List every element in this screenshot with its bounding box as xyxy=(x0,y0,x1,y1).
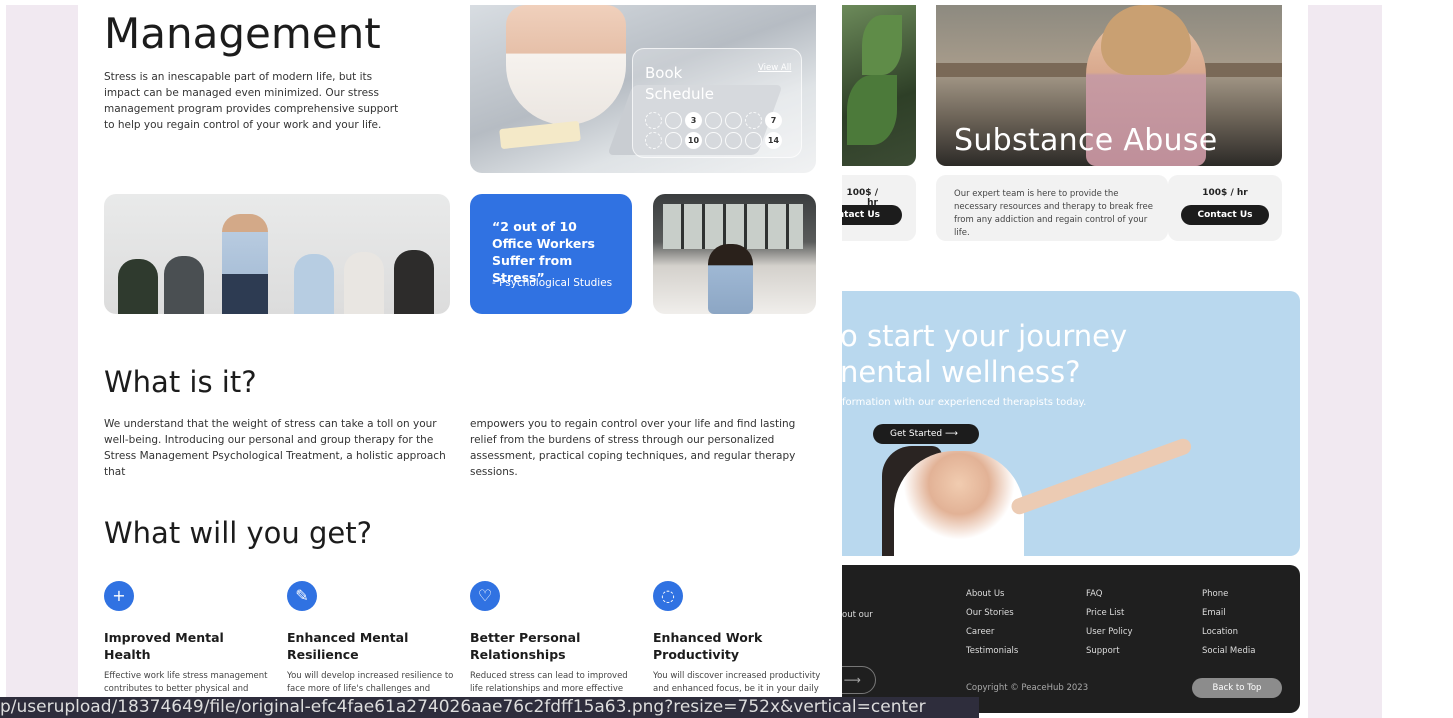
footer-arrow-button[interactable]: ⟶ xyxy=(842,666,876,694)
date-dot[interactable] xyxy=(665,112,682,129)
benefit-item: ✎ Enhanced Mental Resilience You will de… xyxy=(287,581,457,709)
footer-link[interactable]: Career xyxy=(966,623,1018,642)
date-dot[interactable] xyxy=(645,112,662,129)
footer-link[interactable]: FAQ xyxy=(1086,585,1133,604)
back-to-top-button[interactable]: Back to Top xyxy=(1192,678,1282,698)
plant-image xyxy=(842,5,916,166)
cta-woman-image xyxy=(894,451,1024,556)
page-heading: Management xyxy=(104,9,381,58)
site-footer: out our About Us Our Stories Career Test… xyxy=(842,565,1300,713)
background-panel-left xyxy=(6,5,78,718)
footer-col-help: FAQ Price List User Policy Support xyxy=(1086,585,1133,661)
cta-banner: o start your journey nental wellness? fo… xyxy=(842,291,1300,556)
benefit-item: + Improved Mental Health Effective work … xyxy=(104,581,274,696)
footer-link[interactable]: Location xyxy=(1202,623,1255,642)
heart-icon: ♡ xyxy=(470,581,500,611)
date-dot[interactable] xyxy=(645,132,662,149)
back-card: Substance Abuse 100$ / hr Contact Us Our… xyxy=(842,5,1308,718)
benefit-desc: Effective work life stress management co… xyxy=(104,671,268,694)
footer-link[interactable]: User Policy xyxy=(1086,623,1133,642)
footer-link[interactable]: Email xyxy=(1202,604,1255,623)
footer-link[interactable]: Testimonials xyxy=(966,642,1018,661)
schedule-title: Book Schedule xyxy=(645,64,714,103)
prev-contact-button[interactable]: Contact Us xyxy=(842,205,902,225)
front-card: Management Stress is an inescapable part… xyxy=(78,5,842,718)
hero-image: Book Schedule View All 3 7 10 14 xyxy=(470,5,816,173)
resilience-icon: ✎ xyxy=(287,581,317,611)
page: Substance Abuse 100$ / hr Contact Us Our… xyxy=(0,0,1453,718)
date-dot[interactable] xyxy=(745,132,762,149)
date-dot[interactable]: 14 xyxy=(765,132,782,149)
substance-contact-button[interactable]: Contact Us xyxy=(1181,205,1269,225)
cta-heading-line1: o start your journey xyxy=(842,319,1128,353)
date-dot[interactable] xyxy=(705,132,722,149)
footer-about-fragment: out our xyxy=(842,610,873,620)
stats-quote-card: “2 out of 10 Office Workers Suffer from … xyxy=(470,194,632,314)
footer-link[interactable]: Phone xyxy=(1202,585,1255,604)
date-dot[interactable]: 10 xyxy=(685,132,702,149)
date-dot[interactable]: 7 xyxy=(765,112,782,129)
schedule-dates: 3 7 10 14 xyxy=(645,112,795,152)
date-dot[interactable] xyxy=(745,112,762,129)
quote-text: “2 out of 10 Office Workers Suffer from … xyxy=(492,219,595,285)
background-panel-right xyxy=(1308,5,1382,718)
cta-heading-line2: nental wellness? xyxy=(842,355,1081,389)
group-therapy-image xyxy=(104,194,450,314)
date-dot[interactable] xyxy=(725,112,742,129)
substance-description: Our expert team is here to provide the n… xyxy=(954,189,1153,238)
date-dot[interactable]: 3 xyxy=(685,112,702,129)
sofa-image xyxy=(653,194,816,314)
status-bar-url: p/userupload/18374649/file/original-efc4… xyxy=(0,697,979,718)
date-dot[interactable] xyxy=(665,132,682,149)
benefit-desc: Reduced stress can lead to improved life… xyxy=(470,671,628,694)
footer-link[interactable]: About Us xyxy=(966,585,1018,604)
what-is-it-heading: What is it? xyxy=(104,365,257,399)
benefit-desc: You will discover increased productivity… xyxy=(653,671,821,694)
benefit-title: Better Personal Relationships xyxy=(470,630,581,662)
benefit-title: Enhanced Work Productivity xyxy=(653,630,763,662)
date-dot[interactable] xyxy=(705,112,722,129)
cta-subtitle: formation with our experienced therapist… xyxy=(842,397,1087,408)
lightbulb-icon: ◌ xyxy=(653,581,683,611)
footer-col-contact: Phone Email Location Social Media xyxy=(1202,585,1255,661)
benefit-item: ◌ Enhanced Work Productivity You will di… xyxy=(653,581,823,696)
footer-link[interactable]: Social Media xyxy=(1202,642,1255,661)
quote-source: - Psychological Studies xyxy=(492,277,613,289)
footer-link[interactable]: Our Stories xyxy=(966,604,1018,623)
substance-price: 100$ / hr xyxy=(1202,188,1248,198)
what-will-you-get-heading: What will you get? xyxy=(104,516,373,550)
get-started-button[interactable]: Get Started ⟶ xyxy=(873,424,979,444)
date-dot[interactable] xyxy=(725,132,742,149)
cta-woman-arm xyxy=(1009,436,1194,517)
benefit-title: Enhanced Mental Resilience xyxy=(287,630,409,662)
book-schedule-card[interactable]: Book Schedule View All 3 7 10 14 xyxy=(632,48,802,158)
footer-link[interactable]: Support xyxy=(1086,642,1133,661)
substance-abuse-title: Substance Abuse xyxy=(954,123,1218,158)
footer-link[interactable]: Price List xyxy=(1086,604,1133,623)
footer-col-company: About Us Our Stories Career Testimonials xyxy=(966,585,1018,661)
view-all-link[interactable]: View All xyxy=(758,63,791,73)
benefit-title: Improved Mental Health xyxy=(104,630,224,662)
what-is-it-col1: We understand that the weight of stress … xyxy=(104,418,446,478)
benefit-item: ♡ Better Personal Relationships Reduced … xyxy=(470,581,640,696)
intro-paragraph: Stress is an inescapable part of modern … xyxy=(104,71,399,131)
plus-icon: + xyxy=(104,581,134,611)
footer-copyright: Copyright © PeaceHub 2023 xyxy=(966,683,1089,693)
what-is-it-col2: empowers you to regain control over your… xyxy=(470,418,796,478)
